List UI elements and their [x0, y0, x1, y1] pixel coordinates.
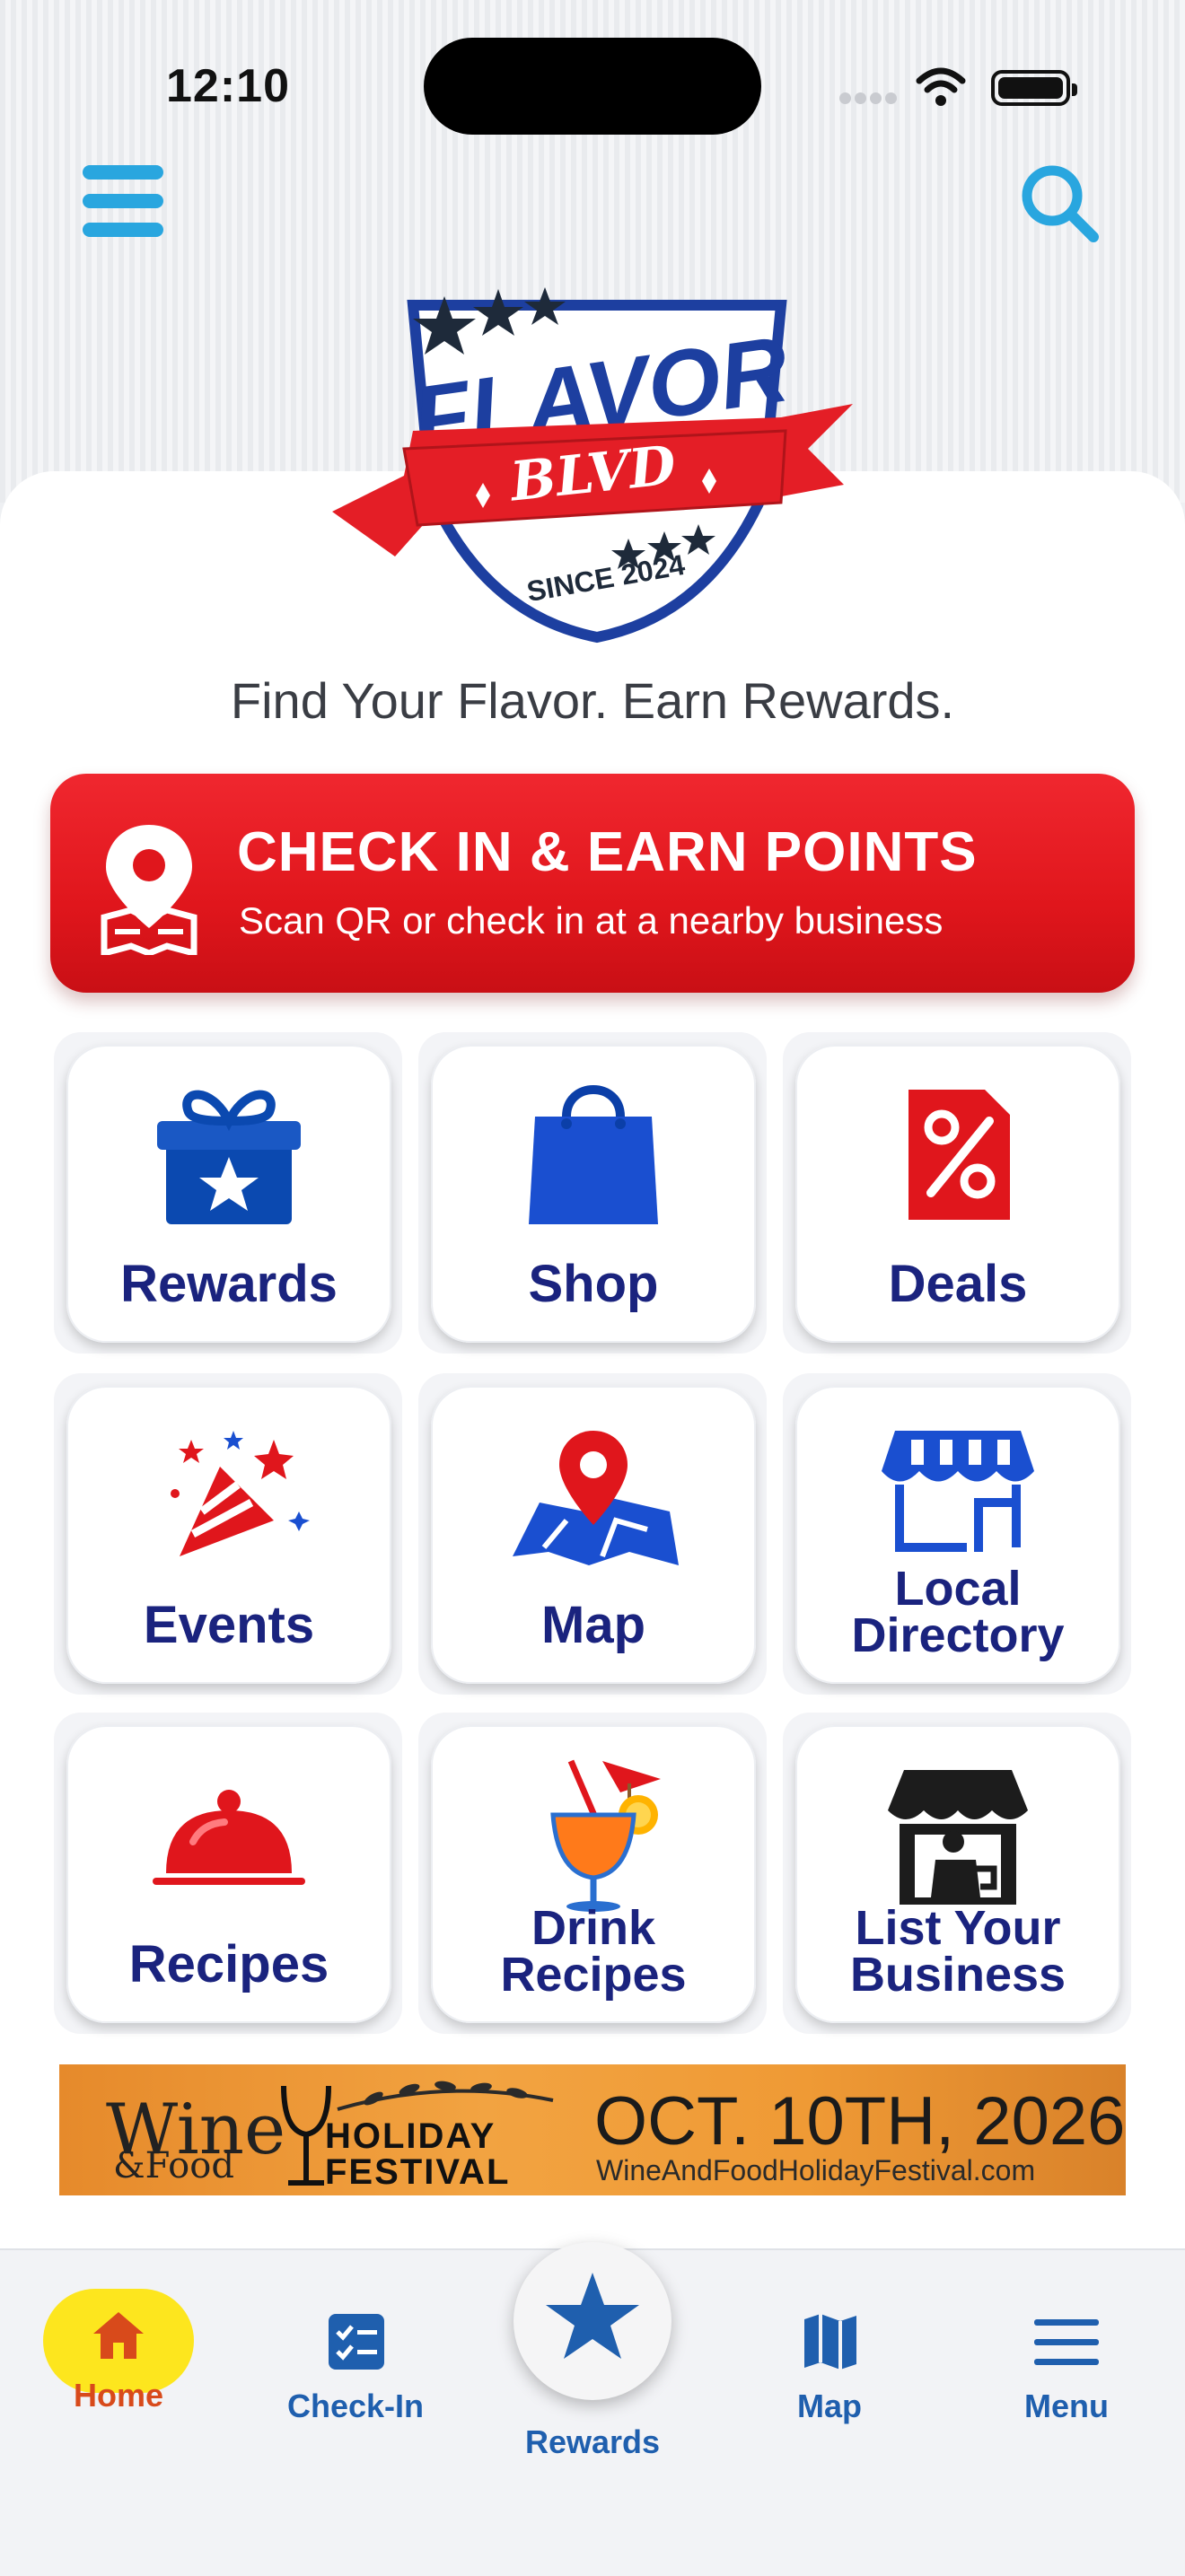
shop-tile[interactable]: Shop — [431, 1045, 756, 1343]
wifi-icon — [916, 67, 966, 106]
cloche-icon — [153, 1790, 305, 1885]
rewards-tile[interactable]: Rewards — [66, 1045, 391, 1343]
tile-container-drink-recipes: Drink Recipes — [418, 1713, 767, 2034]
check-in-earn-points-button[interactable]: CHECK IN & EARN POINTS Scan QR or check … — [50, 774, 1135, 993]
party-popper-icon — [171, 1431, 310, 1556]
tile-container-deals: Deals — [783, 1032, 1131, 1354]
home-icon — [93, 2312, 144, 2359]
drink-recipes-tile[interactable]: Drink Recipes — [431, 1725, 756, 2023]
banner-holiday-line2: FESTIVAL — [325, 2152, 511, 2192]
shopping-bag-icon — [529, 1085, 658, 1224]
map-pin-icon — [513, 1431, 679, 1565]
gift-icon — [157, 1090, 301, 1224]
map-tile-label: Map — [541, 1596, 645, 1654]
check-in-subtitle: Scan QR or check in at a nearby business — [239, 899, 944, 942]
map-tile[interactable]: Map — [431, 1386, 756, 1684]
local-directory-label-line2: Directory — [851, 1608, 1065, 1662]
search-icon[interactable] — [1014, 158, 1104, 248]
deals-tile[interactable]: Deals — [795, 1045, 1120, 1343]
flavor-blvd-logo: FLAVOR BLVD SINCE 2024 — [332, 287, 853, 644]
tab-check-in-label: Check-In — [286, 2388, 425, 2424]
local-directory-label-line1: Local — [894, 1562, 1022, 1616]
status-time: 12:10 — [166, 60, 290, 112]
tab-rewards[interactable] — [514, 2242, 672, 2400]
check-in-title: CHECK IN & EARN POINTS — [237, 821, 978, 883]
dynamic-island — [424, 38, 761, 135]
banner-brand-amp: &Food — [113, 2145, 234, 2186]
local-directory-tile[interactable]: Local Directory — [795, 1386, 1120, 1684]
recipes-tile-label: Recipes — [128, 1935, 329, 1993]
tab-menu-label: Menu — [1024, 2388, 1109, 2424]
tab-home[interactable]: Home — [29, 2307, 208, 2522]
percent-tag-icon — [908, 1090, 1010, 1220]
deals-tile-label: Deals — [888, 1255, 1028, 1313]
tile-container-local-directory: Local Directory — [783, 1373, 1131, 1695]
tab-map[interactable]: Map — [740, 2307, 919, 2522]
list-your-business-label-line1: List Your — [855, 1901, 1061, 1955]
cocktail-icon — [550, 1759, 661, 1912]
menu-icon — [1034, 2319, 1099, 2365]
battery-icon — [991, 70, 1077, 106]
shop-owner-icon — [888, 1770, 1028, 1905]
local-directory-tile-label: Local Directory — [795, 1562, 1120, 1662]
list-your-business-tile[interactable]: List Your Business — [795, 1725, 1120, 2023]
events-tile-label: Events — [143, 1596, 315, 1654]
hamburger-menu-button[interactable] — [83, 162, 165, 241]
tile-container-recipes: Recipes — [54, 1713, 402, 2034]
drink-recipes-label-line1: Drink — [531, 1901, 656, 1955]
tab-check-in[interactable]: Check-In — [266, 2307, 445, 2522]
storefront-icon — [882, 1431, 1034, 1552]
tile-container-shop: Shop — [418, 1032, 767, 1354]
list-your-business-label-line2: Business — [849, 1948, 1066, 2002]
star-icon — [546, 2273, 639, 2359]
drink-recipes-tile-label: Drink Recipes — [431, 1901, 756, 2002]
tab-map-label: Map — [797, 2388, 862, 2424]
checklist-icon — [329, 2314, 384, 2370]
tab-home-label: Home — [73, 2377, 164, 2414]
tile-container-map: Map — [418, 1373, 767, 1695]
banner-date: OCT. 10TH, 2026 — [594, 2083, 1126, 2160]
banner-website: WineAndFoodHolidayFestival.com — [596, 2154, 1036, 2186]
tile-container-rewards: Rewards — [54, 1032, 402, 1354]
recipes-tile[interactable]: Recipes — [66, 1725, 391, 2023]
banner-holiday-text: HOLIDAY FESTIVAL — [325, 2118, 510, 2190]
tile-container-list-your-business: List Your Business — [783, 1713, 1131, 2034]
cellular-signal-icon — [839, 92, 902, 105]
tagline: Find Your Flavor. Earn Rewards. — [230, 672, 955, 729]
olive-branch-icon — [337, 2081, 554, 2111]
drink-recipes-label-line2: Recipes — [500, 1948, 687, 2002]
tab-menu[interactable]: Menu — [977, 2307, 1156, 2522]
location-pin-map-icon — [101, 825, 198, 955]
tile-container-events: Events — [54, 1373, 402, 1695]
events-tile[interactable]: Events — [66, 1386, 391, 1684]
tab-rewards-label-wrap: Rewards — [503, 2423, 682, 2477]
list-your-business-tile-label: List Your Business — [795, 1901, 1120, 2002]
rewards-tile-label: Rewards — [120, 1255, 338, 1313]
tab-rewards-label: Rewards — [524, 2423, 661, 2460]
status-bar: 12:10 — [0, 0, 1185, 135]
map-icon — [804, 2314, 856, 2370]
wine-food-festival-banner[interactable]: Wine &Food HOLIDAY FESTIVAL OCT. 10TH, 2… — [59, 2064, 1126, 2195]
shop-tile-label: Shop — [528, 1255, 659, 1313]
